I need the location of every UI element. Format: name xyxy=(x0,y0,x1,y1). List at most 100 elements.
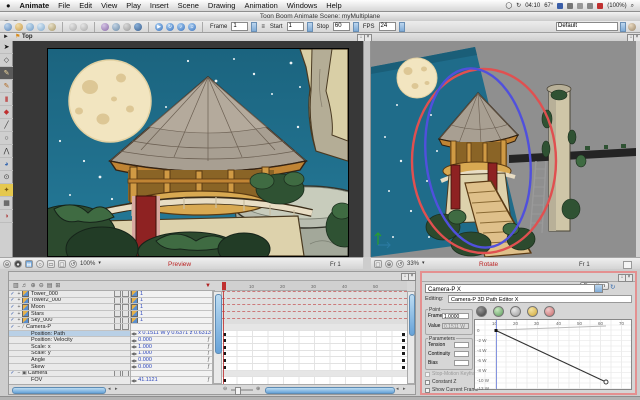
add-peg-icon[interactable] xyxy=(101,23,109,31)
menu-windows[interactable]: Windows xyxy=(287,1,317,10)
perspective-zoom-level[interactable]: 33% xyxy=(407,261,419,267)
fps-input[interactable]: 24 xyxy=(379,22,396,31)
grid-tool[interactable]: ▦ xyxy=(0,197,13,210)
dropper-tool[interactable]: ◕ xyxy=(0,158,13,171)
timeline-zoom-in-icon[interactable]: ⊕ xyxy=(256,387,260,392)
timeline-zoom-slider[interactable] xyxy=(231,389,253,391)
graph-fit-view-icon[interactable] xyxy=(493,306,504,317)
clock-icon[interactable]: ◯ xyxy=(505,3,512,9)
value-position-path[interactable]: ◀▶x 0.1511 W y 0.6371 z 0.6313 Fƒ xyxy=(131,331,212,338)
value-skew[interactable]: ◀▶0.000ƒ xyxy=(131,364,212,371)
pencil-tool[interactable]: ✎ xyxy=(0,80,13,93)
menu-time[interactable]: 04:10 xyxy=(525,3,540,9)
track-row-skew[interactable]: Skew xyxy=(9,364,130,371)
sound-scrub-button[interactable]: ♫ xyxy=(188,23,196,31)
resize-grip[interactable] xyxy=(623,261,632,269)
perspective-fit-icon[interactable]: ⊕ xyxy=(385,260,393,268)
zoom-dropdown-arrow[interactable]: ▾ xyxy=(98,261,101,266)
preset-stepper[interactable] xyxy=(620,22,626,32)
continuity-input[interactable] xyxy=(454,351,469,357)
eraser-tool[interactable]: ▮ xyxy=(0,93,13,106)
line-tool[interactable]: ╱ xyxy=(0,119,13,132)
function-close-button[interactable]: × xyxy=(625,274,633,282)
keyboard-icon[interactable] xyxy=(577,3,583,9)
playhead[interactable] xyxy=(222,282,226,290)
layer-list-hscrollbar[interactable] xyxy=(12,387,106,394)
paint-tool[interactable]: ◆ xyxy=(0,106,13,119)
add-group-icon[interactable]: ▤ xyxy=(47,283,53,289)
layer-hscroll-left-button[interactable]: ◂ xyxy=(108,387,111,392)
fps-stepper[interactable] xyxy=(399,22,405,32)
value-position-velocity[interactable]: ◀▶0.000ƒ xyxy=(131,337,212,344)
outline-view-icon[interactable]: ▭ xyxy=(47,260,55,268)
menu-edit[interactable]: Edit xyxy=(79,1,92,10)
constant-z-checkbox[interactable]: Constant Z xyxy=(425,380,456,385)
stop-stepper[interactable] xyxy=(353,22,359,32)
apple-menu-icon[interactable]: ● xyxy=(6,1,11,10)
graph-zoom-icon[interactable] xyxy=(527,306,538,317)
zoom-tool[interactable]: ⊙ xyxy=(0,171,13,184)
graph-reset-view-icon[interactable] xyxy=(476,306,487,317)
safe-area-icon[interactable]: ▢ xyxy=(58,260,66,268)
sync-icon[interactable]: ↻ xyxy=(516,3,521,9)
menu-animate[interactable]: Animate xyxy=(20,1,50,10)
loop-button[interactable]: ↻ xyxy=(166,23,174,31)
frame-hscroll-right-button[interactable]: ▸ xyxy=(403,387,406,392)
menu-help[interactable]: Help xyxy=(326,1,341,10)
workspace-icon[interactable] xyxy=(628,23,636,31)
menu-file[interactable]: File xyxy=(58,1,70,10)
menu-drawing[interactable]: Drawing xyxy=(208,1,236,10)
polyline-tool[interactable]: ⋀ xyxy=(0,145,13,158)
layer-row-tower[interactable]: ✓+Tower_000 xyxy=(9,291,130,298)
delete-layer-icon[interactable]: ⊖ xyxy=(39,283,44,289)
render-mode-icon[interactable]: ● xyxy=(14,260,22,268)
menu-play[interactable]: Play xyxy=(126,1,141,10)
onion-skin-marker-icon[interactable]: ▼ xyxy=(205,283,211,289)
layer-row-sky[interactable]: ✓+Sky_000 xyxy=(9,318,130,325)
function-refresh-icon[interactable]: ↻ xyxy=(610,285,615,292)
camera-view-viewport[interactable] xyxy=(13,41,363,257)
track-row-position-path[interactable]: Position: Path xyxy=(9,331,130,338)
play-button[interactable]: ▶ xyxy=(155,23,163,31)
rotate-view-tool[interactable]: ◑ xyxy=(0,210,13,223)
select-tool[interactable]: ➤ xyxy=(0,41,13,54)
show-current-frame-checkbox[interactable]: Show Current Frame xyxy=(425,388,478,393)
value-column-scrollbar[interactable] xyxy=(213,291,222,384)
tab-top-view[interactable]: Top xyxy=(22,34,33,40)
layer-row-stars[interactable]: ✓+Stars xyxy=(9,311,130,318)
camera-view-zoom-level[interactable]: 100% xyxy=(80,261,95,267)
layer-row-tower2[interactable]: ✓+Tower2_000 xyxy=(9,298,130,305)
save-icon[interactable] xyxy=(26,23,34,31)
timeline-frame-ruler[interactable]: 10 20 30 40 50 xyxy=(222,281,407,291)
perspective-view-viewport[interactable] xyxy=(371,41,636,257)
add-layer-icon[interactable]: ⊕ xyxy=(31,283,36,289)
frame-grid-scrollbar[interactable] xyxy=(407,291,415,384)
timeline-close-button[interactable]: × xyxy=(408,273,416,281)
zoom-out-icon[interactable]: ⊖ xyxy=(3,260,11,268)
layer-row-camera-peg[interactable]: ✓−╱Camera-P xyxy=(9,324,130,331)
camera-icon[interactable] xyxy=(134,23,142,31)
matte-view-icon[interactable]: ○ xyxy=(36,260,44,268)
bluetooth-icon[interactable] xyxy=(557,3,563,9)
frame-input[interactable]: 1 xyxy=(231,22,248,31)
function-selector-stepper[interactable] xyxy=(594,285,602,292)
menu-scene[interactable]: Scene xyxy=(178,1,199,10)
start-input[interactable]: 1 xyxy=(287,22,304,31)
perspective-reset-icon[interactable]: ▢ xyxy=(374,260,382,268)
reset-view-icon[interactable]: ↺ xyxy=(69,260,77,268)
wifi-icon[interactable] xyxy=(587,3,593,9)
spotlight-icon[interactable]: ⌕ xyxy=(631,3,634,9)
show-all-thumbnails-icon[interactable]: ▥ xyxy=(13,283,19,289)
add-drawing-icon[interactable] xyxy=(112,23,120,31)
undo-icon[interactable] xyxy=(69,23,77,31)
cutter-tool[interactable]: ◇ xyxy=(0,54,13,67)
ellipse-tool[interactable]: ○ xyxy=(0,132,13,145)
bias-input[interactable] xyxy=(454,360,469,366)
scene-settings-icon[interactable] xyxy=(48,23,56,31)
perspective-refresh-icon[interactable]: ↺ xyxy=(396,260,404,268)
frame-grid-hscrollbar[interactable] xyxy=(265,387,395,394)
save-all-icon[interactable] xyxy=(37,23,45,31)
frame-hscroll-left-button[interactable]: ◂ xyxy=(396,387,399,392)
menu-view[interactable]: View xyxy=(101,1,117,10)
value-scale-x[interactable]: ◀▶1.000ƒ xyxy=(131,344,212,351)
